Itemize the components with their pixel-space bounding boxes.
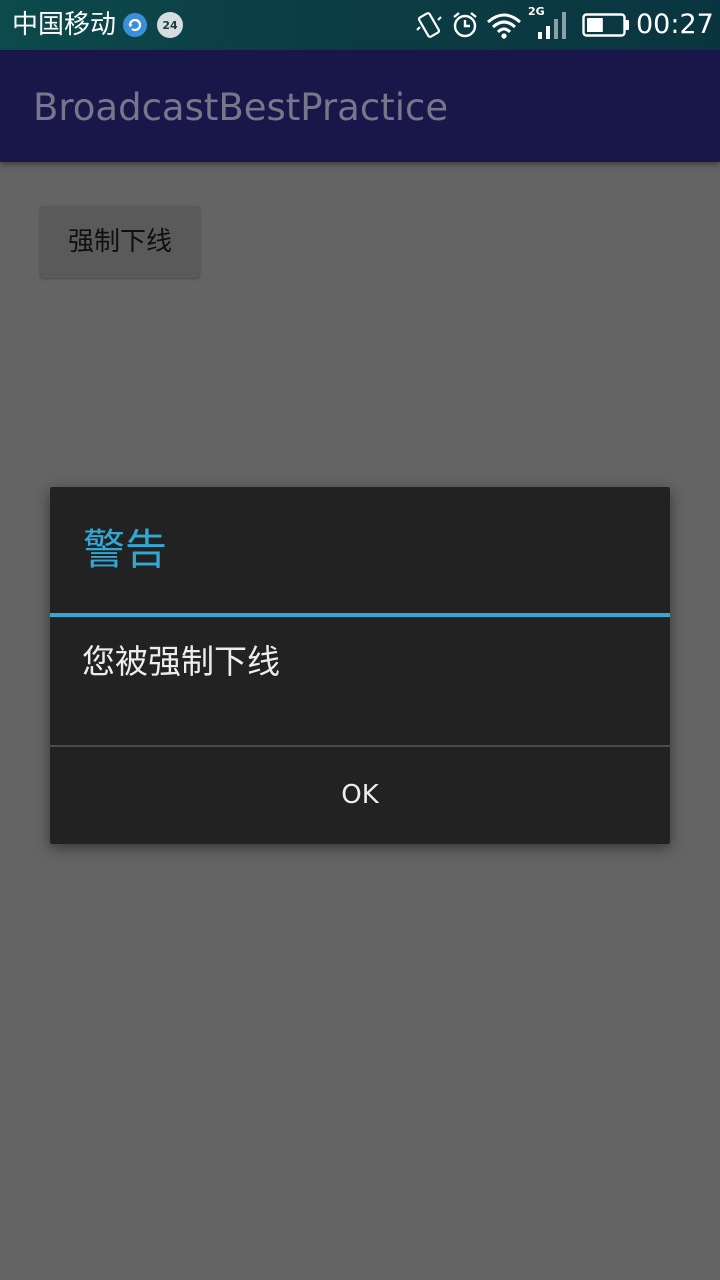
app-title: BroadcastBestPractice	[33, 86, 449, 129]
ok-button[interactable]: OK	[50, 747, 670, 844]
dialog-message: 您被强制下线	[82, 642, 280, 681]
badge-24-icon: 24	[157, 12, 183, 38]
screen: 中国移动 24 2G 00:27 BroadcastBestPractice 强…	[0, 0, 720, 1280]
alert-dialog: 警告 您被强制下线 OK	[50, 487, 670, 844]
status-bar: 中国移动 24 2G 00:27	[0, 0, 720, 50]
status-clock: 00:27	[636, 9, 714, 40]
dialog-title-divider	[50, 613, 670, 617]
app-bar: BroadcastBestPractice	[0, 50, 720, 162]
battery-level-fill	[587, 18, 603, 32]
force-offline-button[interactable]: 强制下线	[40, 206, 200, 278]
alarm-icon	[453, 12, 477, 38]
carrier-name: 中国移动	[12, 10, 117, 40]
dialog-title: 警告	[83, 525, 168, 574]
sync-icon	[123, 13, 147, 37]
battery-icon	[582, 13, 629, 37]
signal-icon	[538, 12, 566, 39]
wifi-icon	[487, 13, 521, 39]
vibrate-icon	[416, 12, 442, 38]
badge-24-text: 24	[162, 19, 178, 32]
